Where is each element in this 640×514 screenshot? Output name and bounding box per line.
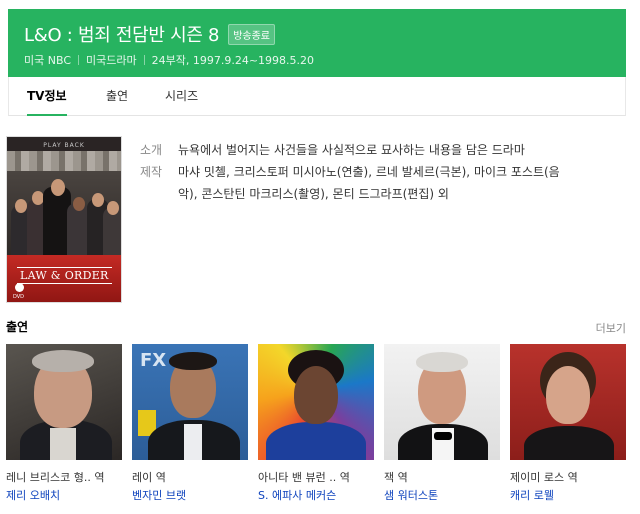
cast-item[interactable]: 아니타 밴 뷰런 .. 역 S. 에파사 메커슨 xyxy=(258,344,374,503)
poster-dvd-text: DVD xyxy=(13,294,25,300)
tab-tv-info[interactable]: TV정보 xyxy=(27,77,67,116)
tab-cast[interactable]: 출연 xyxy=(106,77,128,116)
cast-role: 아니타 밴 뷰런 .. 역 xyxy=(258,471,350,484)
cast-name[interactable]: S. 에파사 메커슨 xyxy=(258,487,374,503)
cast-heading: 출연 xyxy=(6,320,29,334)
cast-item[interactable]: FX 레이 역 벤자민 브랫 xyxy=(132,344,248,503)
cast-name[interactable]: 제리 오배치 xyxy=(6,487,122,503)
more-link[interactable]: 더보기 xyxy=(596,320,626,336)
cast-photo[interactable] xyxy=(510,344,626,460)
poster-stripe xyxy=(7,151,121,171)
cast-role: 레이 역 xyxy=(132,471,166,484)
production-text: 마샤 밋첼, 크리스토퍼 미시아노(연출), 르네 발세르(극본), 마이크 포… xyxy=(178,161,560,205)
tab-bar: TV정보 출연 시리즈 xyxy=(8,77,626,116)
meta-divider xyxy=(143,55,145,65)
program-header: L&O : 범죄 전담반 시즌 8 방송종료 미국 NBC 미국드라마 24부작… xyxy=(8,9,626,77)
meta-episodes: 24부작, 1997.9.24~1998.5.20 xyxy=(151,54,315,67)
production-label: 제작 xyxy=(140,165,163,179)
cast-item[interactable]: 제이미 로스 역 캐리 로웰 xyxy=(510,344,626,503)
cast-role: 레니 브리스코 형.. 역 xyxy=(6,471,105,484)
production-line-1[interactable]: 마샤 밋첼, 크리스토퍼 미시아노(연출), 르네 발세르(극본), 마이크 포… xyxy=(178,165,560,179)
cast-role: 잭 역 xyxy=(384,471,408,484)
cast-item[interactable]: 잭 역 샘 워터스톤 xyxy=(384,344,500,503)
synopsis-row: 소개 뉴욕에서 벌어지는 사건들을 사실적으로 묘사하는 내용을 담은 드라마 xyxy=(140,139,600,161)
cast-item[interactable]: 레니 브리스코 형.. 역 제리 오배치 xyxy=(6,344,122,503)
meta-divider xyxy=(78,55,79,65)
cast-photo[interactable]: FX xyxy=(132,344,248,460)
cast-photo[interactable] xyxy=(384,344,500,460)
cast-photo[interactable] xyxy=(6,344,122,460)
meta-channel[interactable]: 미국 NBC xyxy=(24,52,71,68)
poster-logo-text: LAW & ORDER xyxy=(17,267,112,284)
production-line-2[interactable]: 악), 콘스탄틴 마크리스(촬영), 몬티 드그라프(편집) 외 xyxy=(178,187,449,201)
poster-logo: LAW & ORDER xyxy=(7,255,121,302)
synopsis-text: 뉴욕에서 벌어지는 사건들을 사실적으로 묘사하는 내용을 담은 드라마 xyxy=(178,143,525,157)
poster-cast-group xyxy=(7,171,121,265)
cast-name[interactable]: 캐리 로웰 xyxy=(510,487,626,503)
title-row: L&O : 범죄 전담반 시즌 8 방송종료 xyxy=(24,21,275,47)
cast-name[interactable]: 샘 워터스톤 xyxy=(384,487,500,503)
meta-genre[interactable]: 미국드라마 xyxy=(86,52,137,68)
tab-series[interactable]: 시리즈 xyxy=(165,77,198,116)
program-title[interactable]: L&O : 범죄 전담반 시즌 8 xyxy=(24,21,219,47)
poster-image[interactable]: PLAY BACK LAW & ORDER DVD xyxy=(6,136,122,303)
fx-logo: FX xyxy=(140,350,167,371)
cast-role: 제이미 로스 역 xyxy=(510,471,578,484)
synopsis-label: 소개 xyxy=(140,143,163,157)
cast-name[interactable]: 벤자민 브랫 xyxy=(132,487,248,503)
rating-icon xyxy=(15,283,24,292)
program-info: 소개 뉴욕에서 벌어지는 사건들을 사실적으로 묘사하는 내용을 담은 드라마 … xyxy=(140,139,600,205)
cast-list: 레니 브리스코 형.. 역 제리 오배치 FX 레이 역 벤자민 브랫 아니타 … xyxy=(6,344,626,509)
poster-top-text: PLAY BACK xyxy=(43,142,85,149)
cast-photo[interactable] xyxy=(258,344,374,460)
program-meta: 미국 NBC 미국드라마 24부작, 1997.9.24~1998.5.20 xyxy=(24,52,314,68)
status-badge: 방송종료 xyxy=(228,23,275,45)
production-row: 제작 마샤 밋첼, 크리스토퍼 미시아노(연출), 르네 발세르(극본), 마이… xyxy=(140,161,600,205)
